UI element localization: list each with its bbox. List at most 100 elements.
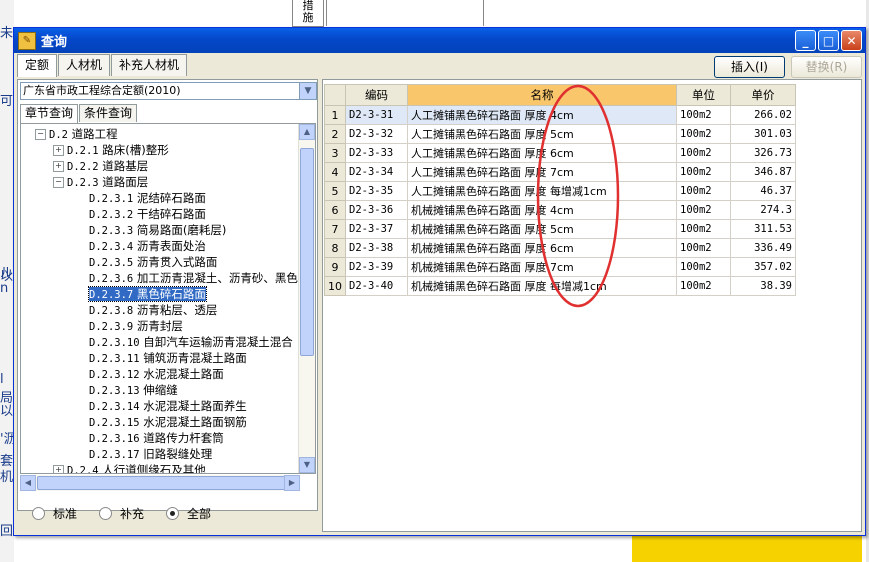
filter-radio-supplement[interactable]: 补充 bbox=[99, 505, 144, 522]
cell-unit[interactable]: 100m2 bbox=[676, 257, 731, 277]
tree-node[interactable]: D.2.3.17 旧路裂缝处理 bbox=[21, 446, 299, 462]
cell-price[interactable]: 357.02 bbox=[730, 257, 796, 277]
cell-name[interactable]: 机械摊铺黑色碎石路面 厚度 6cm bbox=[407, 238, 677, 258]
cell-name[interactable]: 机械摊铺黑色碎石路面 厚度 4cm bbox=[407, 200, 677, 220]
scroll-thumb[interactable] bbox=[300, 148, 314, 356]
tree-node[interactable]: D.2.3.12 水泥混凝土路面 bbox=[21, 366, 299, 382]
cell-no[interactable]: 1 bbox=[324, 105, 346, 125]
insert-button[interactable]: 插入(I) bbox=[714, 56, 785, 78]
maximize-button[interactable]: □ bbox=[818, 30, 839, 51]
tab-materials[interactable]: 人材机 bbox=[58, 54, 111, 76]
tree-node[interactable]: D.2.3.8 沥青粘层、透层 bbox=[21, 302, 299, 318]
cell-unit[interactable]: 100m2 bbox=[676, 162, 731, 182]
table-row[interactable]: 6 D2-3-36 机械摊铺黑色碎石路面 厚度 4cm 100m2 274.3 bbox=[324, 200, 796, 220]
cell-price[interactable]: 336.49 bbox=[730, 238, 796, 258]
cell-name[interactable]: 机械摊铺黑色碎石路面 厚度 5cm bbox=[407, 219, 677, 239]
table-row[interactable]: 5 D2-3-35 人工摊铺黑色碎石路面 厚度 每增减1cm 100m2 46.37 bbox=[324, 181, 796, 201]
scroll-thumb[interactable] bbox=[37, 476, 286, 490]
cell-no[interactable]: 8 bbox=[324, 238, 346, 258]
tree-node[interactable]: D.2.3.2 干结碎石路面 bbox=[21, 206, 299, 222]
tree-node[interactable]: D.2.3.4 沥青表面处治 bbox=[21, 238, 299, 254]
tree-node[interactable]: D.2.3.1 泥结碎石路面 bbox=[21, 190, 299, 206]
column-header-name[interactable]: 名称 bbox=[407, 84, 677, 106]
scroll-right-icon[interactable]: ▶ bbox=[284, 475, 300, 491]
cell-unit[interactable]: 100m2 bbox=[676, 238, 731, 258]
cell-unit[interactable]: 100m2 bbox=[676, 124, 731, 144]
scroll-left-icon[interactable]: ◀ bbox=[20, 475, 36, 491]
collapse-icon[interactable]: − bbox=[35, 129, 46, 140]
cell-price[interactable]: 346.87 bbox=[730, 162, 796, 182]
table-row[interactable]: 10 D2-3-40 机械摊铺黑色碎石路面 厚度 每增减1cm 100m2 38.39 bbox=[324, 276, 796, 296]
tree-node[interactable]: D.2.3.9 沥青封层 bbox=[21, 318, 299, 334]
table-row[interactable]: 1 D2-3-31 人工摊铺黑色碎石路面 厚度 4cm 100m2 266.02 bbox=[324, 105, 796, 125]
collapse-icon[interactable]: − bbox=[53, 177, 64, 188]
radio-icon[interactable] bbox=[99, 507, 113, 520]
quota-book-select[interactable]: 广东省市政工程综合定额(2010) ▼ bbox=[20, 82, 317, 100]
cell-no[interactable]: 2 bbox=[324, 124, 346, 144]
cell-no[interactable]: 6 bbox=[324, 200, 346, 220]
scroll-up-icon[interactable]: ▲ bbox=[299, 124, 315, 140]
expand-icon[interactable]: + bbox=[53, 145, 64, 156]
tree-node[interactable]: D.2.3.13 伸缩缝 bbox=[21, 382, 299, 398]
cell-code[interactable]: D2-3-40 bbox=[345, 276, 408, 296]
tree-node[interactable]: D.2.3.14 水泥混凝土路面养生 bbox=[21, 398, 299, 414]
expand-icon[interactable]: + bbox=[53, 465, 64, 473]
tree-node[interactable]: D.2.3.5 沥青贯入式路面 bbox=[21, 254, 299, 270]
table-row[interactable]: 7 D2-3-37 机械摊铺黑色碎石路面 厚度 5cm 100m2 311.53 bbox=[324, 219, 796, 239]
vertical-scrollbar[interactable]: ▲ ▼ bbox=[298, 124, 315, 473]
tab-quota[interactable]: 定额 bbox=[17, 54, 58, 77]
cell-price[interactable]: 274.3 bbox=[730, 200, 796, 220]
tree-node[interactable]: D.2.3.7 黑色碎石路面 bbox=[21, 286, 299, 302]
close-button[interactable]: ✕ bbox=[841, 30, 862, 51]
cell-price[interactable]: 266.02 bbox=[730, 105, 796, 125]
cell-name[interactable]: 人工摊铺黑色碎石路面 厚度 6cm bbox=[407, 143, 677, 163]
table-row[interactable]: 4 D2-3-34 人工摊铺黑色碎石路面 厚度 7cm 100m2 346.87 bbox=[324, 162, 796, 182]
column-header-unit[interactable]: 单位 bbox=[676, 84, 731, 106]
radio-icon[interactable] bbox=[32, 507, 45, 520]
cell-name[interactable]: 机械摊铺黑色碎石路面 厚度 7cm bbox=[407, 257, 677, 277]
title-bar[interactable]: ✎ 查询 _ □ ✕ bbox=[14, 28, 865, 53]
cell-no[interactable]: 4 bbox=[324, 162, 346, 182]
cell-name[interactable]: 人工摊铺黑色碎石路面 厚度 每增减1cm bbox=[407, 181, 677, 201]
column-header-rownum[interactable] bbox=[324, 84, 346, 106]
cell-name[interactable]: 人工摊铺黑色碎石路面 厚度 5cm bbox=[407, 124, 677, 144]
tree-node[interactable]: − D.2 道路工程 bbox=[21, 126, 299, 142]
replace-button[interactable]: 替换(R) bbox=[791, 56, 862, 78]
expand-icon[interactable]: + bbox=[53, 161, 64, 172]
tree-node[interactable]: D.2.3.10 自卸汽车运输沥青混凝土混合 bbox=[21, 334, 299, 350]
column-header-code[interactable]: 编码 bbox=[345, 84, 408, 106]
table-row[interactable]: 2 D2-3-32 人工摊铺黑色碎石路面 厚度 5cm 100m2 301.03 bbox=[324, 124, 796, 144]
cell-name[interactable]: 人工摊铺黑色碎石路面 厚度 7cm bbox=[407, 162, 677, 182]
cell-no[interactable]: 10 bbox=[324, 276, 346, 296]
cell-code[interactable]: D2-3-38 bbox=[345, 238, 408, 258]
tree-node[interactable]: + D.2.4 人行道侧缘石及其他 bbox=[21, 462, 299, 473]
filter-radio-all[interactable]: 全部 bbox=[166, 505, 211, 522]
table-row[interactable]: 3 D2-3-33 人工摊铺黑色碎石路面 厚度 6cm 100m2 326.73 bbox=[324, 143, 796, 163]
cell-unit[interactable]: 100m2 bbox=[676, 105, 731, 125]
radio-icon[interactable] bbox=[166, 507, 180, 520]
filter-radio-standard[interactable]: 标准 bbox=[32, 505, 77, 522]
tree-node[interactable]: − D.2.3 道路面层 bbox=[21, 174, 299, 190]
cell-name[interactable]: 人工摊铺黑色碎石路面 厚度 4cm bbox=[407, 105, 677, 125]
table-row[interactable]: 9 D2-3-39 机械摊铺黑色碎石路面 厚度 7cm 100m2 357.02 bbox=[324, 257, 796, 277]
cell-no[interactable]: 3 bbox=[324, 143, 346, 163]
minimize-button[interactable]: _ bbox=[795, 30, 816, 51]
cell-unit[interactable]: 100m2 bbox=[676, 143, 731, 163]
tree-node[interactable]: D.2.3.6 加工沥青混凝土、沥青砂、黑色 bbox=[21, 270, 299, 286]
cell-no[interactable]: 5 bbox=[324, 181, 346, 201]
cell-unit[interactable]: 100m2 bbox=[676, 200, 731, 220]
cell-code[interactable]: D2-3-36 bbox=[345, 200, 408, 220]
cell-unit[interactable]: 100m2 bbox=[676, 181, 731, 201]
tab-supplement-materials[interactable]: 补充人材机 bbox=[111, 54, 188, 76]
cell-code[interactable]: D2-3-33 bbox=[345, 143, 408, 163]
cell-price[interactable]: 326.73 bbox=[730, 143, 796, 163]
tree-node[interactable]: + D.2.2 道路基层 bbox=[21, 158, 299, 174]
tab-chapter-query[interactable]: 章节查询 bbox=[20, 104, 79, 123]
cell-unit[interactable]: 100m2 bbox=[676, 276, 731, 296]
horizontal-scrollbar[interactable]: ◀ ▶ bbox=[20, 475, 300, 491]
scroll-down-icon[interactable]: ▼ bbox=[299, 457, 315, 473]
cell-code[interactable]: D2-3-34 bbox=[345, 162, 408, 182]
cell-code[interactable]: D2-3-35 bbox=[345, 181, 408, 201]
cell-code[interactable]: D2-3-39 bbox=[345, 257, 408, 277]
cell-price[interactable]: 301.03 bbox=[730, 124, 796, 144]
